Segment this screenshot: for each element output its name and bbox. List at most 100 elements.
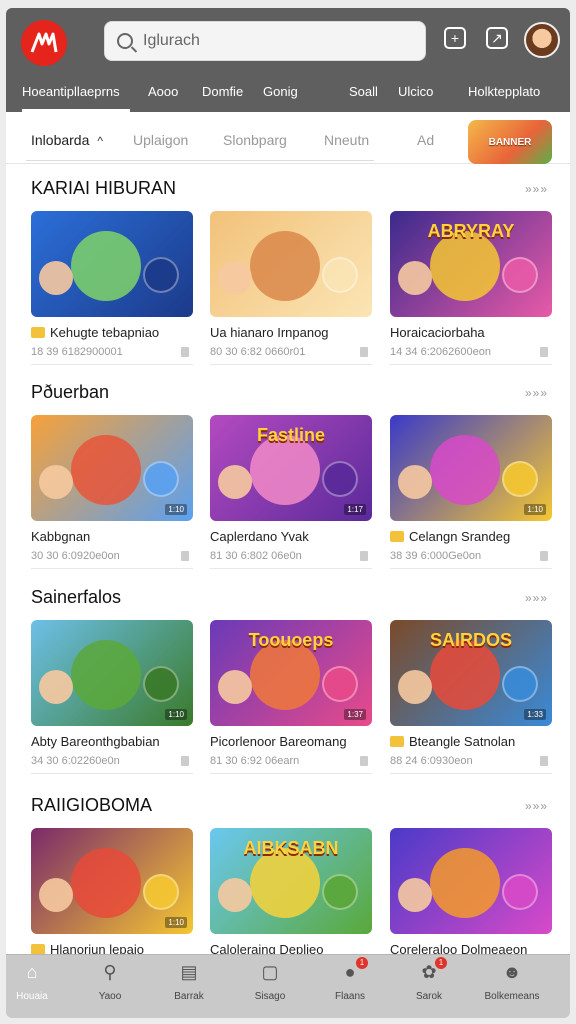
- card-meta-row: 18 39 6182900001: [31, 346, 193, 358]
- section-more-link[interactable]: »»»: [525, 182, 548, 196]
- search-input[interactable]: [143, 32, 403, 50]
- promo-label: BANNER: [488, 136, 532, 148]
- card-divider: [210, 568, 372, 569]
- game-thumbnail[interactable]: 1:10: [31, 828, 193, 934]
- subtab-0[interactable]: Inlobarda ^: [31, 132, 103, 148]
- tab-bag[interactable]: ▢ Sisago: [235, 961, 305, 1003]
- section-more-link[interactable]: »»»: [525, 386, 548, 400]
- game-thumbnail[interactable]: AIBKSABN: [210, 828, 372, 934]
- delete-icon[interactable]: [540, 756, 548, 766]
- game-thumbnail[interactable]: [31, 211, 193, 317]
- game-card[interactable]: 1:10 Abty Bareonthgbabian 34 30 6:02260e0n: [31, 620, 193, 774]
- tag-icon: [390, 736, 404, 747]
- game-card[interactable]: 1:10 Kabbgnan 30 30 6:0920e0on: [31, 415, 193, 569]
- subtab-2[interactable]: Slonbparg: [223, 132, 287, 148]
- tab-home[interactable]: ⌂ Houaia: [6, 961, 67, 1003]
- nav-item-2[interactable]: Domfie: [202, 84, 243, 99]
- nav-item-6[interactable]: Holktepplato: [468, 84, 540, 99]
- game-thumbnail[interactable]: 1:10: [31, 415, 193, 521]
- top-nav: Hoeantipllaeprns Aooo Domfie Gonig Soall…: [6, 70, 570, 112]
- top-header: + ↗ Hoeantipllaeprns Aooo Domfie Gonig S…: [6, 8, 570, 112]
- delete-icon[interactable]: [360, 347, 368, 357]
- delete-icon[interactable]: [540, 551, 548, 561]
- delete-icon[interactable]: [181, 756, 189, 766]
- game-card[interactable]: ABRYRAY Horaicaciorbaha 14 34 6:2062600eon: [390, 211, 552, 365]
- nav-item-5[interactable]: Ulcico: [398, 84, 433, 99]
- section-more-link[interactable]: »»»: [525, 591, 548, 605]
- game-card[interactable]: 1:10 Celangn Srandeg 38 39 6:000Ge0on: [390, 415, 552, 569]
- tab-label: Yaoo: [98, 991, 122, 1002]
- game-card[interactable]: Coreleraloo Dolmeaeon: [390, 828, 552, 957]
- delete-icon[interactable]: [540, 347, 548, 357]
- delete-icon[interactable]: [181, 347, 189, 357]
- game-thumbnail[interactable]: [390, 828, 552, 934]
- delete-icon[interactable]: [181, 551, 189, 561]
- card-meta: 80 30 6:82 0660r01: [210, 346, 306, 358]
- thumbnail-banner-text: SAIRDOS: [429, 630, 512, 650]
- game-thumbnail[interactable]: Fastline 1:17: [210, 415, 372, 521]
- share-button[interactable]: ↗: [486, 27, 508, 49]
- card-divider: [390, 568, 552, 569]
- nav-item-0[interactable]: Hoeantipllaeprns: [22, 84, 120, 99]
- card-meta-row: 88 24 6:0930eon: [390, 755, 552, 767]
- game-card[interactable]: Ua hianaro Irnpanog 80 30 6:82 0660r01: [210, 211, 372, 365]
- duration-badge: 1:10: [165, 917, 187, 928]
- card-meta-row: 80 30 6:82 0660r01: [210, 346, 372, 358]
- section-title: Sainerfalos: [31, 587, 122, 607]
- delete-icon[interactable]: [360, 551, 368, 561]
- tab-label: Bolkemeans: [484, 991, 540, 1002]
- card-meta-row: 14 34 6:2062600eon: [390, 346, 552, 358]
- tab-label: Sarok: [415, 991, 443, 1002]
- card-title-row: Ua hianaro Irnpanog: [210, 325, 372, 340]
- subtab-1[interactable]: Uplaigon: [133, 132, 188, 148]
- promo-banner[interactable]: BANNER: [468, 120, 552, 164]
- thumbnail-banner-text: ABRYRAY: [427, 221, 515, 241]
- card-title-row: Celangn Srandeg: [390, 529, 552, 544]
- delete-icon[interactable]: [360, 756, 368, 766]
- game-thumbnail[interactable]: [210, 211, 372, 317]
- app-logo[interactable]: [21, 20, 67, 66]
- tab-chat[interactable]: ● 1 Flaans: [315, 957, 385, 1002]
- card-title-row: Kehugte tebapniao: [31, 325, 193, 340]
- game-thumbnail[interactable]: 1:10: [31, 620, 193, 726]
- tab-profile[interactable]: ☻ Bolkemeans: [477, 961, 547, 1003]
- card-meta: 34 30 6:02260e0n: [31, 755, 120, 767]
- nav-item-4[interactable]: Soall: [349, 84, 378, 99]
- notification-icon: ✿ 1: [417, 957, 447, 983]
- nav-item-1[interactable]: Aooo: [148, 84, 178, 99]
- card-meta: 38 39 6:000Ge0on: [390, 550, 482, 562]
- subtab-4[interactable]: Ad: [417, 132, 434, 148]
- card-meta-row: 34 30 6:02260e0n: [31, 755, 193, 767]
- duration-badge: 1:17: [344, 504, 366, 515]
- game-card[interactable]: Fastline 1:17 Caplerdano Yvak 81 30 6:802 0…: [210, 415, 372, 569]
- user-avatar[interactable]: [524, 22, 560, 58]
- tab-search[interactable]: ⚲ Yaoo: [75, 961, 145, 1003]
- search-bar[interactable]: [104, 21, 426, 61]
- game-thumbnail[interactable]: 1:10: [390, 415, 552, 521]
- subtab-3[interactable]: Nneutn: [324, 132, 369, 148]
- card-meta: 30 30 6:0920e0on: [31, 550, 120, 562]
- game-thumbnail[interactable]: Toouoeps 1:37: [210, 620, 372, 726]
- card-title: Bteangle Satnolan: [409, 734, 516, 749]
- add-button[interactable]: +: [444, 27, 466, 49]
- tab-news[interactable]: ▤ Barrak: [154, 961, 224, 1003]
- game-card[interactable]: Toouoeps 1:37 Picorlenoor Bareomang 81 30 6…: [210, 620, 372, 774]
- section-more-link[interactable]: »»»: [525, 799, 548, 813]
- game-card[interactable]: Kehugte tebapniao 18 39 6182900001: [31, 211, 193, 365]
- nav-item-3[interactable]: Gonig: [263, 84, 298, 99]
- tab-label: Flaans: [334, 991, 365, 1002]
- card-title: Caplerdano Yvak: [210, 529, 309, 544]
- game-card[interactable]: AIBKSABN Caloleraing Deplieo: [210, 828, 372, 957]
- game-card[interactable]: SAIRDOS 1:33 Bteangle Satnolan 88 24 6:0930…: [390, 620, 552, 774]
- game-thumbnail[interactable]: SAIRDOS 1:33: [390, 620, 552, 726]
- card-title: Kabbgnan: [31, 529, 91, 544]
- game-thumbnail[interactable]: ABRYRAY: [390, 211, 552, 317]
- tab-notification[interactable]: ✿ 1 Sarok: [394, 957, 464, 1002]
- game-card[interactable]: 1:10 Hlanoriun lepaio: [31, 828, 193, 957]
- logo-icon: [30, 32, 58, 53]
- tab-label: Barrak: [174, 991, 204, 1002]
- card-meta: 18 39 6182900001: [31, 346, 123, 358]
- card-title: Picorlenoor Bareomang: [210, 734, 347, 749]
- tag-icon: [390, 531, 404, 542]
- card-meta: 88 24 6:0930eon: [390, 755, 473, 767]
